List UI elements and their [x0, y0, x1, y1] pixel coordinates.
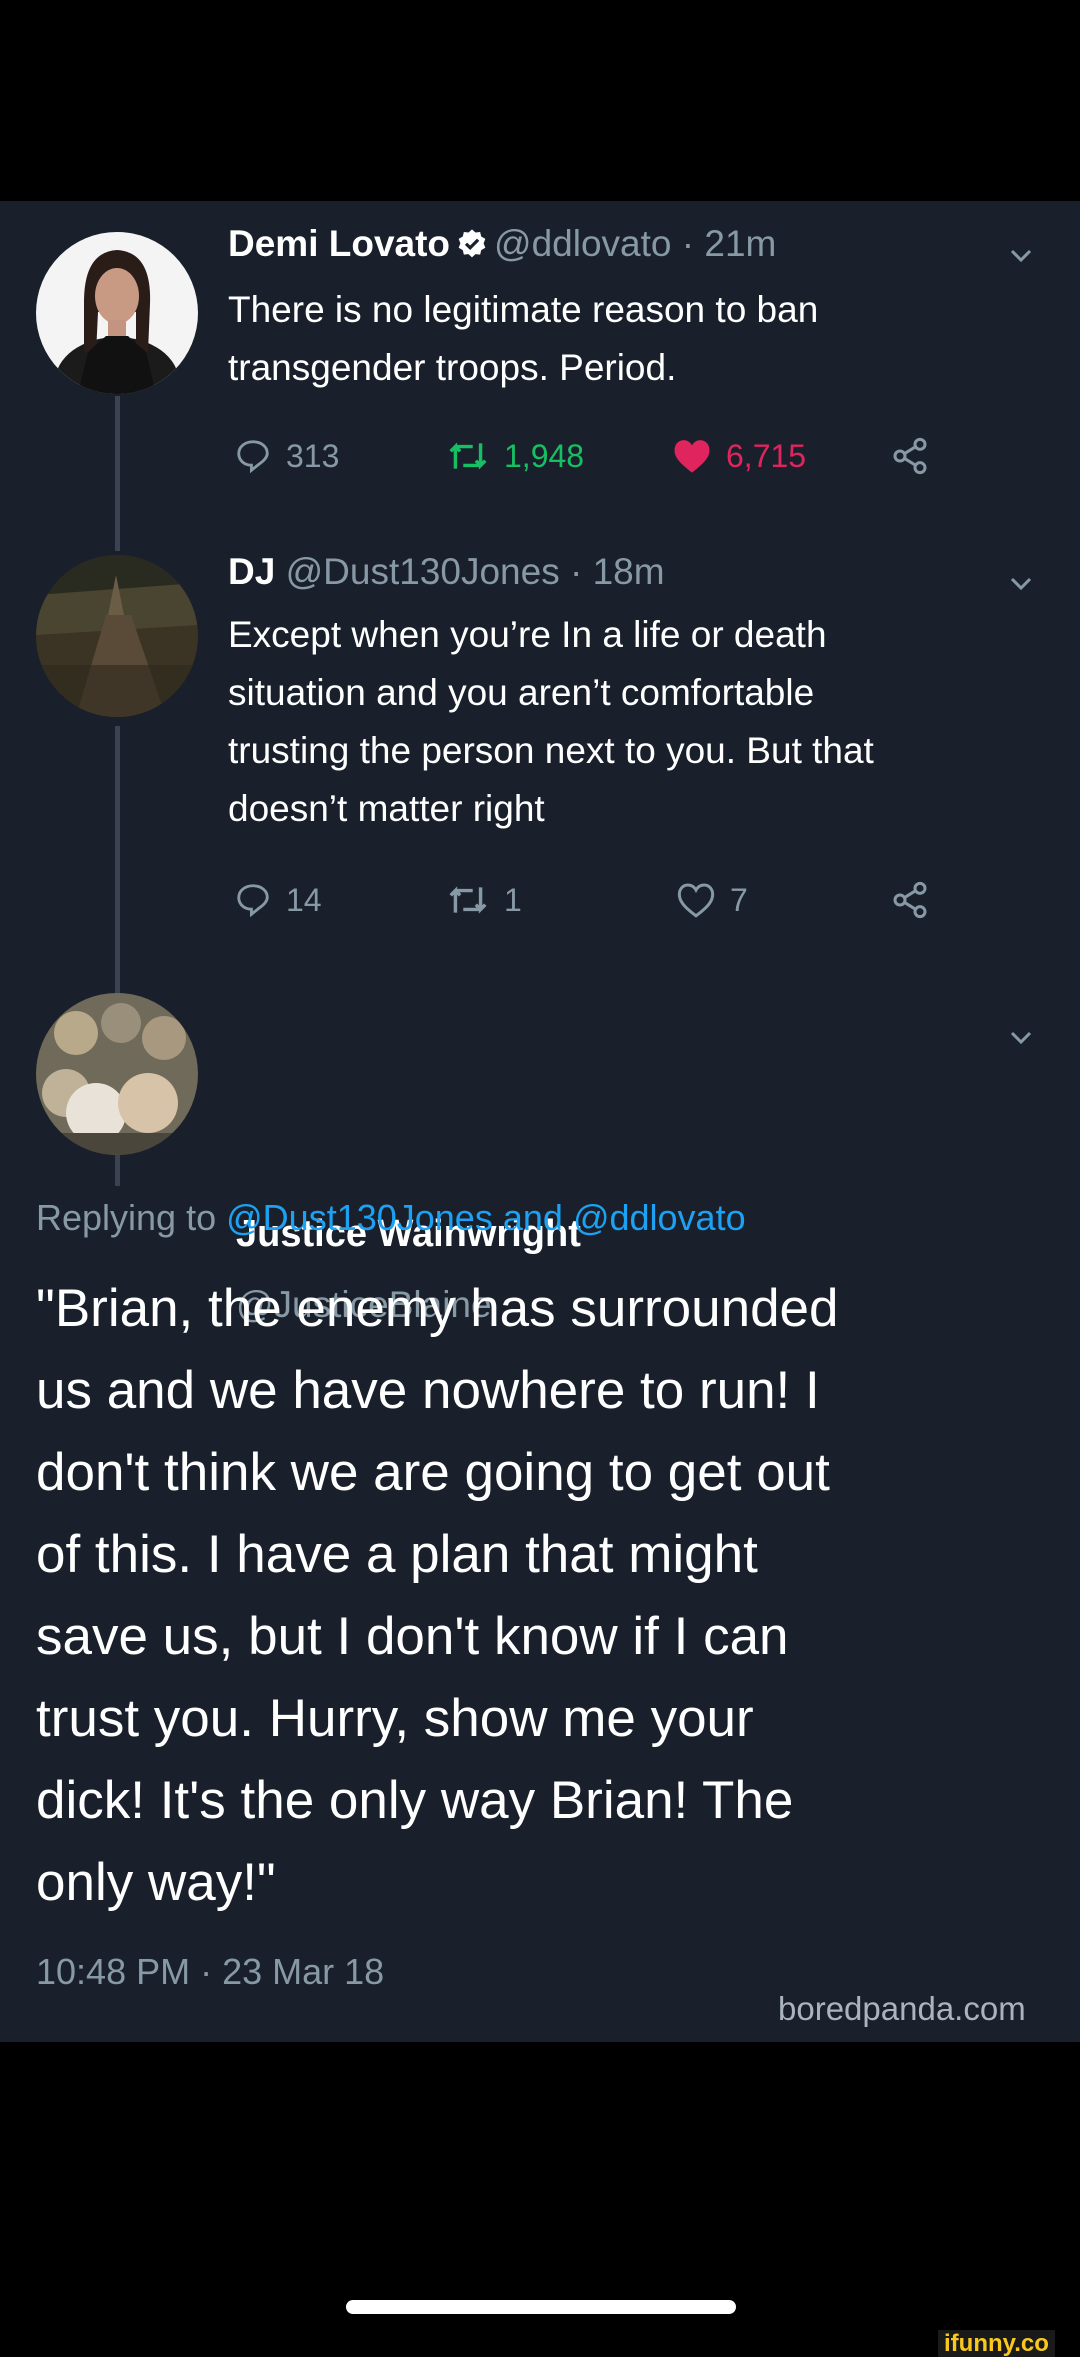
- share-button[interactable]: [890, 431, 944, 481]
- tweet-text-line: dick! It's the only way Brian! The: [36, 1771, 794, 1830]
- reply-count: 313: [286, 437, 340, 474]
- like-count: 6,715: [726, 437, 807, 474]
- ifunny-watermark: ifunny.co: [938, 2330, 1055, 2357]
- thread-line: [115, 396, 120, 551]
- reply-count: 14: [286, 881, 322, 918]
- reply-icon: [237, 440, 269, 474]
- like-count: 7: [730, 881, 748, 918]
- tweet-text-line: transgender troops. Period.: [228, 347, 677, 388]
- tweet-text-line: Except when you’re In a life or death: [228, 614, 827, 655]
- main-tweet-text: "Brian, the enemy has surrounded us and …: [36, 1268, 1046, 1924]
- like-button[interactable]: 6,715: [672, 431, 806, 481]
- tweet-text-line: trust you. Hurry, show me your: [36, 1689, 754, 1748]
- tweet-text: There is no legitimate reason to ban tra…: [228, 281, 1038, 397]
- tweet-text-line: doesn’t matter right: [228, 788, 545, 829]
- avatar-demi-lovato[interactable]: [36, 232, 198, 394]
- tweet-text: Except when you’re In a life or death si…: [228, 606, 1038, 838]
- retweet-button[interactable]: 1: [446, 875, 522, 925]
- tweet-text-line: don't think we are going to get out: [36, 1443, 830, 1502]
- heart-icon: [674, 440, 710, 473]
- retweet-icon: [449, 886, 487, 914]
- mention-link[interactable]: @Dust130Jones: [226, 1197, 493, 1238]
- boredpanda-watermark: boredpanda.com: [778, 1990, 1026, 2027]
- verified-icon: [456, 226, 488, 270]
- heart-icon: [677, 883, 715, 918]
- tweet-header: DJ @Dust130Jones · 18m: [228, 550, 665, 594]
- like-button[interactable]: 7: [676, 875, 748, 925]
- tweet-text-line: "Brian, the enemy has surrounded: [36, 1279, 839, 1338]
- retweet-icon: [449, 442, 487, 470]
- tweet-timestamp[interactable]: 10:48 PM · 23 Mar 18: [36, 1949, 384, 1995]
- tweet-text-line: trusting the person next to you. But tha…: [228, 730, 874, 771]
- tweet-text-line: situation and you aren’t comfortable: [228, 672, 815, 713]
- avatar-justice-wainwright[interactable]: [36, 993, 198, 1155]
- handle-time: @Dust130Jones · 18m: [285, 551, 665, 592]
- tweet-text-line: There is no legitimate reason to ban: [228, 289, 819, 330]
- reply-button[interactable]: 313: [234, 431, 339, 481]
- retweet-button[interactable]: 1,948: [446, 431, 584, 481]
- replying-prefix: Replying to: [36, 1197, 217, 1238]
- share-button[interactable]: [890, 875, 944, 925]
- home-indicator[interactable]: [346, 2300, 736, 2314]
- screenshot: Demi Lovato @ddlovato · 21m There is no l…: [0, 0, 1080, 2357]
- tweet-text-line: save us, but I don't know if I can: [36, 1607, 789, 1666]
- replying-and[interactable]: and: [503, 1197, 563, 1238]
- share-icon: [893, 881, 927, 919]
- display-name[interactable]: Demi Lovato: [228, 223, 450, 264]
- reply-icon: [237, 884, 269, 918]
- share-icon: [893, 437, 927, 475]
- tweet-thread: Demi Lovato @ddlovato · 21m There is no l…: [0, 201, 1080, 2042]
- chevron-down-icon[interactable]: [1006, 1023, 1036, 1053]
- tweet-text-line: only way!": [36, 1853, 276, 1912]
- handle-time: @ddlovato · 21m: [494, 223, 777, 264]
- tweet-actions: 313 1,948 6,715: [228, 431, 948, 481]
- mention-link[interactable]: @ddlovato: [573, 1197, 746, 1238]
- chevron-down-icon[interactable]: [1006, 569, 1036, 599]
- avatar-dj[interactable]: [36, 555, 198, 717]
- display-name[interactable]: DJ: [228, 551, 275, 592]
- tweet-header: Demi Lovato @ddlovato · 21m: [228, 222, 776, 270]
- retweet-count: 1,948: [504, 437, 585, 474]
- chevron-down-icon[interactable]: [1006, 241, 1036, 271]
- tweet-text-line: of this. I have a plan that might: [36, 1525, 758, 1584]
- retweet-count: 1: [504, 881, 522, 918]
- tweet-text-line: us and we have nowhere to run! I: [36, 1361, 820, 1420]
- reply-button[interactable]: 14: [234, 875, 322, 925]
- tweet-actions: 14 1 7: [228, 875, 948, 925]
- replying-to: Replying to @Dust130Jones and @ddlovato: [36, 1195, 746, 1241]
